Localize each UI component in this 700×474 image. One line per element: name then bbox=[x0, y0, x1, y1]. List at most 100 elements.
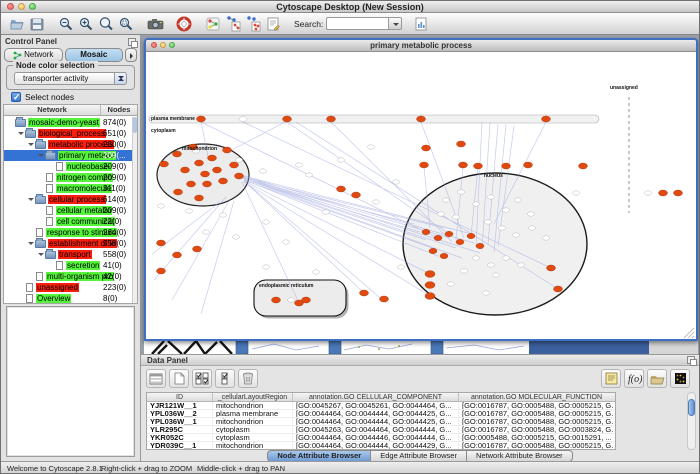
expand-triangle-icon[interactable] bbox=[27, 196, 35, 204]
float-panel-icon[interactable] bbox=[128, 38, 136, 46]
region-label-plasma-membrane: plasma membrane bbox=[151, 116, 195, 122]
network-tab-icon bbox=[13, 51, 22, 60]
table-scrollbar-thumb[interactable] bbox=[688, 399, 695, 416]
tree-row[interactable]: cellular process 614(0) bbox=[4, 194, 132, 205]
tree-row[interactable]: unassigned 223(0) bbox=[4, 282, 132, 293]
cell-cellular-component: [GO:0044464, GO:0044444, GO:0044429, G..… bbox=[293, 442, 459, 449]
tree-node-icon bbox=[26, 283, 33, 292]
column-header-region[interactable]: _cellularLayoutRegion bbox=[213, 393, 293, 401]
expand-triangle-icon[interactable] bbox=[27, 240, 35, 248]
tab-overflow-arrow-icon[interactable] bbox=[125, 48, 137, 62]
tree-row[interactable]: nitrogen compo 209(0) bbox=[4, 172, 132, 183]
cell-region: mitochondrion bbox=[213, 418, 293, 425]
expand-triangle-icon[interactable] bbox=[27, 141, 35, 149]
tree-row[interactable]: primary metabo 209(... bbox=[4, 150, 132, 161]
minimize-window-icon[interactable] bbox=[18, 3, 25, 10]
tree-row[interactable]: metabolic process 280(0) bbox=[4, 139, 132, 150]
table-row[interactable]: YKR052C cytoplasm [GO:0044464, GO:004444… bbox=[147, 434, 615, 442]
tree-node-label: mosaic-demo-yeast bbox=[28, 118, 100, 127]
background-frames[interactable] bbox=[144, 341, 698, 354]
cell-region: cytoplasm bbox=[213, 434, 293, 441]
cell-cellular-component: [GO:0045263, GO:0044464, GO:0044444, G..… bbox=[293, 426, 459, 433]
zoom-in-magnifier-icon[interactable] bbox=[76, 14, 96, 33]
tree-row[interactable]: nucleobase- 209(0) bbox=[4, 161, 132, 172]
help-lifesaver-icon[interactable] bbox=[174, 14, 194, 33]
network-frame-titlebar[interactable]: primary metabolic process bbox=[146, 40, 696, 52]
camera-snapshot-icon[interactable] bbox=[145, 14, 165, 33]
tree-node-icon bbox=[46, 217, 53, 226]
tree-node-count: 22(0) bbox=[103, 217, 122, 226]
expand-triangle-icon[interactable] bbox=[37, 251, 45, 259]
network-nodes-icon[interactable] bbox=[203, 14, 223, 33]
tab-network-label: Network bbox=[24, 49, 53, 61]
tree-scrollbar-thumb[interactable] bbox=[133, 117, 137, 133]
table-row[interactable]: YPL036W__2 plasma membrane [GO:0044464, … bbox=[147, 410, 615, 418]
select-nodes-checkbox[interactable] bbox=[11, 92, 21, 102]
tree-node-count: 41(0) bbox=[103, 261, 122, 270]
search-dropdown-icon[interactable] bbox=[388, 17, 402, 30]
tree-row[interactable]: macromolecule 311(0) bbox=[4, 183, 132, 194]
tree-row[interactable]: establishment of lo 558(0) bbox=[4, 238, 132, 249]
tab-mosaic[interactable]: Mosaic bbox=[65, 48, 124, 62]
table-row[interactable]: YJR121W__1 mitochondrion [GO:0045267, GO… bbox=[147, 402, 615, 410]
new-attribute-page-icon[interactable] bbox=[169, 369, 189, 388]
matrix-heatmap-icon[interactable] bbox=[670, 369, 690, 388]
attribute-table-icon[interactable] bbox=[146, 369, 166, 388]
notes-pad-icon[interactable] bbox=[601, 369, 621, 388]
tree-row[interactable]: multi-organism pro 42(0) bbox=[4, 271, 132, 282]
tree-scrollbar[interactable] bbox=[132, 117, 137, 303]
frame-close-icon[interactable] bbox=[151, 42, 157, 48]
network-view-icon[interactable] bbox=[243, 14, 263, 33]
search-input[interactable] bbox=[326, 17, 388, 30]
import-attributes-folder-icon[interactable] bbox=[647, 369, 667, 388]
window-titlebar[interactable]: Cytoscape Desktop (New Session) bbox=[1, 1, 699, 13]
table-row[interactable]: YLR295C cytoplasm [GO:0045263, GO:004446… bbox=[147, 426, 615, 434]
tree-row[interactable]: secretion 41(0) bbox=[4, 260, 132, 271]
node-color-dropdown[interactable]: transporter activity bbox=[14, 72, 127, 85]
tree-row[interactable]: cellular metabo 209(0) bbox=[4, 205, 132, 216]
table-scrollbar[interactable] bbox=[687, 392, 696, 450]
zoom-out-magnifier-icon[interactable] bbox=[56, 14, 76, 33]
close-window-icon[interactable] bbox=[7, 3, 14, 10]
delete-attribute-trash-icon[interactable] bbox=[238, 369, 258, 388]
zoom-window-icon[interactable] bbox=[29, 3, 36, 10]
tree-node-label: secretion bbox=[66, 261, 100, 270]
tree-node-icon bbox=[45, 251, 56, 259]
cell-cellular-component: [GO:0044464, GO:0044444, GO:0044425, G..… bbox=[293, 410, 459, 417]
annotation-page-icon[interactable] bbox=[263, 14, 283, 33]
tree-row[interactable]: cell communicat 22(0) bbox=[4, 216, 132, 227]
open-folder-icon[interactable] bbox=[7, 14, 27, 33]
tab-network[interactable]: Network bbox=[4, 48, 63, 62]
save-floppy-icon[interactable] bbox=[27, 14, 47, 33]
zoom-selected-magnifier-icon[interactable] bbox=[96, 14, 116, 33]
frame-minimize-icon[interactable] bbox=[160, 42, 166, 48]
data-panel-float-icon[interactable] bbox=[687, 356, 695, 364]
tree-row[interactable]: mosaic-demo-yeast 874(0) bbox=[4, 117, 132, 128]
cytoscape-window: Cytoscape Desktop (New Session) Search: … bbox=[0, 0, 700, 474]
unselect-attributes-checklist-icon[interactable] bbox=[215, 369, 235, 388]
tree-column-nodes[interactable]: Nodes bbox=[101, 105, 137, 115]
zoom-fit-magnifier-icon[interactable] bbox=[116, 14, 136, 33]
select-attributes-checklist-icon[interactable] bbox=[192, 369, 212, 388]
tree-row[interactable]: Overview 8(0) bbox=[4, 293, 132, 303]
column-header-molecular-function[interactable]: annotation.GO MOLECULAR_FUNCTION bbox=[459, 393, 614, 401]
tree-node-count: 209(0) bbox=[103, 173, 126, 182]
tree-row[interactable]: response to stimulu 264(0) bbox=[4, 227, 132, 238]
table-row[interactable]: YPL036W__1 mitochondrion [GO:0044464, GO… bbox=[147, 418, 615, 426]
expand-triangle-icon[interactable] bbox=[17, 130, 25, 138]
column-header-id[interactable]: ID bbox=[147, 393, 213, 401]
expand-triangle-icon[interactable] bbox=[37, 152, 45, 160]
network-from-selection-icon[interactable] bbox=[223, 14, 243, 33]
frame-zoom-icon[interactable] bbox=[169, 42, 175, 48]
network-canvas[interactable]: plasma membrane cytoplasm mitochondrion … bbox=[146, 52, 696, 339]
report-page-icon[interactable] bbox=[411, 14, 431, 33]
birdseye-navigator-panel[interactable] bbox=[6, 306, 135, 457]
table-row[interactable]: YDR039C__1 mitochondrion [GO:0044464, GO… bbox=[147, 442, 615, 450]
function-builder-icon[interactable]: f(o) bbox=[624, 369, 644, 388]
tree-column-network[interactable]: Network bbox=[4, 105, 101, 115]
network-view-frame: primary metabolic process bbox=[144, 38, 698, 341]
tree-row[interactable]: biological_process 651(0) bbox=[4, 128, 132, 139]
network-tree-header: Network Nodes bbox=[4, 105, 137, 116]
tree-row[interactable]: transport 558(0) bbox=[4, 249, 132, 260]
column-header-cellular-component[interactable]: annotation.GO CELLULAR_COMPONENT bbox=[293, 393, 459, 401]
